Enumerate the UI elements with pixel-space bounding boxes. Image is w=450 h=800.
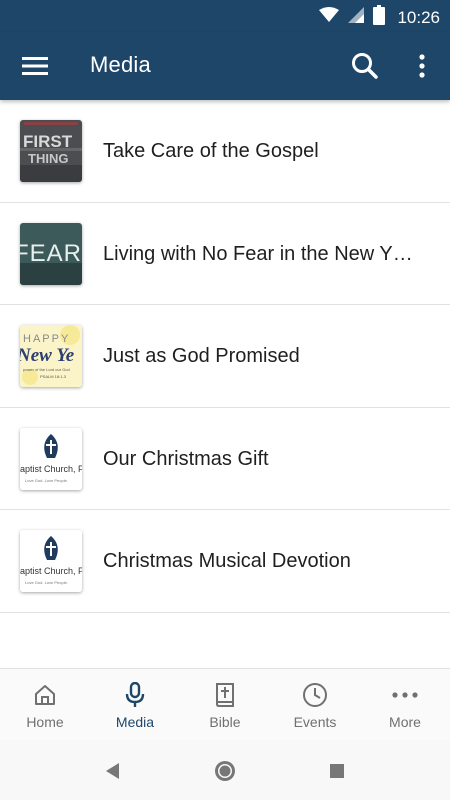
search-icon bbox=[352, 53, 378, 79]
thumb-text: power of the Lord our God bbox=[23, 367, 70, 372]
thumb-text: FIRST bbox=[23, 132, 73, 151]
media-item-title: Take Care of the Gospel bbox=[103, 140, 319, 162]
menu-button[interactable] bbox=[20, 52, 50, 80]
status-time: 10:26 bbox=[397, 7, 440, 27]
wifi-icon bbox=[319, 7, 340, 28]
media-item[interactable]: FIRST THING Take Care of the Gospel bbox=[0, 100, 450, 203]
nav-label: Events bbox=[293, 714, 337, 730]
microphone-icon bbox=[121, 681, 149, 709]
more-horizontal-icon bbox=[391, 681, 419, 709]
battery-icon bbox=[373, 5, 386, 30]
thumb-text: aptist Church, P bbox=[20, 566, 82, 576]
status-icons: 10:26 bbox=[319, 5, 440, 30]
bible-icon bbox=[211, 681, 239, 709]
app-bar: Media bbox=[0, 32, 450, 100]
recents-button[interactable] bbox=[324, 758, 350, 784]
church-logo-thumbnail: aptist Church, P Love God. Love People. bbox=[20, 530, 82, 592]
thumb-text: Love God. Love People. bbox=[25, 580, 68, 585]
media-item-title: Living with No Fear in the New Y… bbox=[103, 242, 413, 265]
system-navigation-bar bbox=[0, 740, 450, 800]
signal-icon bbox=[347, 6, 365, 29]
back-button[interactable] bbox=[100, 758, 126, 784]
bottom-navigation: Home Media Bible Events More bbox=[0, 668, 450, 740]
thumb-text: PSALM 18:1-3 bbox=[40, 374, 67, 379]
media-item-title: Christmas Musical Devotion bbox=[103, 550, 351, 572]
overflow-menu-button[interactable] bbox=[410, 51, 434, 81]
more-vertical-icon bbox=[419, 54, 425, 78]
hamburger-icon bbox=[22, 57, 48, 75]
thumb-text: Love God. Love People. bbox=[25, 478, 68, 483]
church-logo-thumbnail: aptist Church, P Love God. Love People. bbox=[20, 427, 82, 490]
clock-icon bbox=[301, 681, 329, 709]
status-bar: 10:26 bbox=[0, 0, 450, 32]
sermon-thumbnail: FIRST THING bbox=[20, 120, 82, 182]
recents-square-icon bbox=[330, 764, 344, 778]
media-list: FIRST THING Take Care of the Gospel FEAR… bbox=[0, 100, 450, 613]
sermon-thumbnail: FEAR bbox=[20, 222, 82, 285]
media-item[interactable]: aptist Church, P Love God. Love People. … bbox=[0, 510, 450, 613]
sermon-thumbnail: HAPPY New Ye power of the Lord our God P… bbox=[20, 325, 82, 387]
nav-item-events[interactable]: Events bbox=[270, 669, 360, 740]
thumb-text: THING bbox=[28, 151, 68, 166]
nav-label: Bible bbox=[209, 714, 241, 730]
nav-item-media[interactable]: Media bbox=[90, 669, 180, 740]
media-item[interactable]: HAPPY New Ye power of the Lord our God P… bbox=[0, 305, 450, 408]
thumb-text: New Ye bbox=[20, 345, 75, 366]
thumb-text: aptist Church, P bbox=[20, 464, 82, 474]
media-item[interactable]: aptist Church, P Love God. Love People. … bbox=[0, 408, 450, 510]
back-triangle-icon bbox=[106, 763, 119, 779]
search-button[interactable] bbox=[350, 51, 380, 81]
nav-item-home[interactable]: Home bbox=[0, 669, 90, 740]
home-circle-icon bbox=[215, 761, 235, 781]
nav-label: More bbox=[389, 714, 421, 730]
nav-item-more[interactable]: More bbox=[360, 669, 450, 740]
home-button[interactable] bbox=[212, 758, 238, 784]
media-item[interactable]: FEAR Living with No Fear in the New Y… bbox=[0, 203, 450, 305]
page-title: Media bbox=[90, 52, 151, 77]
media-item-title: Just as God Promised bbox=[103, 345, 300, 367]
thumb-text: HAPPY bbox=[23, 333, 70, 345]
media-item-title: Our Christmas Gift bbox=[103, 447, 269, 470]
thumb-text: FEAR bbox=[20, 240, 82, 267]
nav-label: Home bbox=[26, 714, 64, 730]
home-icon bbox=[31, 681, 59, 709]
nav-label: Media bbox=[115, 714, 155, 730]
nav-item-bible[interactable]: Bible bbox=[180, 669, 270, 740]
